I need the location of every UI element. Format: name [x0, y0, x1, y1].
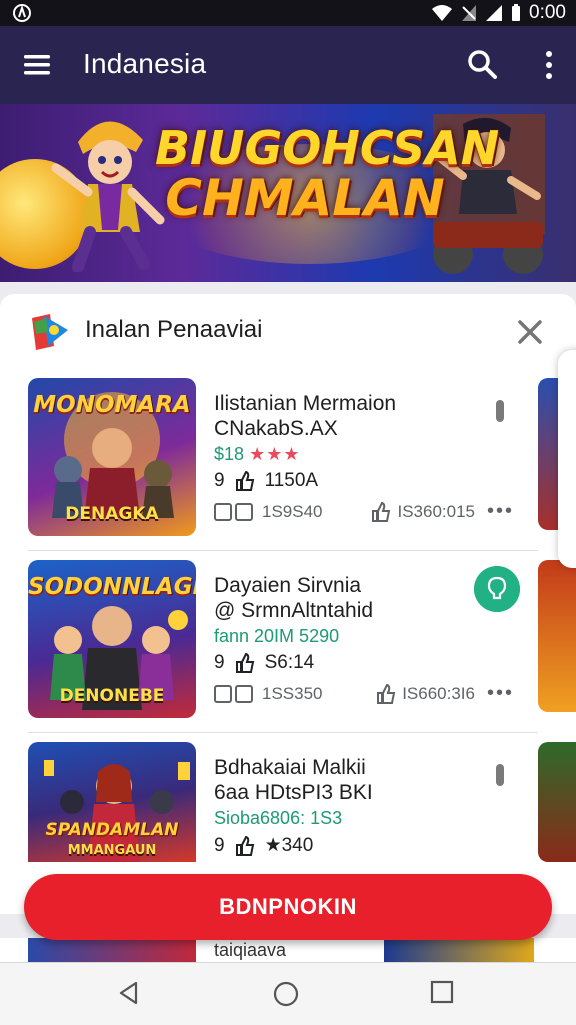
partial-thumbnail [28, 938, 196, 964]
status-bar: 0:00 [0, 0, 576, 26]
thumbnail-title: SPANDAMLAN [45, 820, 179, 840]
banner-hero-left-art [51, 121, 165, 272]
tip-badge-icon[interactable] [474, 566, 520, 612]
search-icon[interactable] [466, 48, 498, 80]
game-thumbnail[interactable]: SODONNLAGN DENONEBE [28, 560, 196, 718]
info-box-icon [235, 502, 253, 521]
partial-list-item: taiqiaava [0, 938, 576, 964]
item-subtitle: 6aa HDtsPI3 BKI [214, 781, 373, 804]
info-box-icon [214, 502, 232, 521]
thumbnail-title: SODONNLAGN [28, 574, 196, 600]
side-panel-handle[interactable] [558, 350, 576, 568]
item-subtitle: @ SrmnAltntahid [214, 599, 374, 622]
partial-item-text: taiqiaava [214, 940, 287, 960]
thumbnail-subtitle: MMANGAUN [67, 843, 157, 858]
list-item[interactable]: SODONNLAGN DENONEBE Dayaien Sirvnia @ Sr… [0, 560, 540, 742]
list-item[interactable]: MONOMARA DENAGKA Ilistanian Mermaion CNa… [0, 378, 540, 560]
game-thumbnail[interactable]: SPANDAMLAN MMANGAUN [28, 742, 196, 862]
scroll-indicator [496, 764, 504, 786]
info-box-icon [235, 684, 253, 703]
app-notification-icon [13, 4, 31, 22]
item-meta: 1S9S40 IS360:015 ••• [214, 500, 514, 523]
item-rating: Sioba6806: 1S3 [214, 808, 343, 828]
item-meta: 1SS350 IS660:3I6 ••• [214, 682, 514, 705]
item-title: Ilistanian Mermaion [214, 392, 397, 415]
banner-title: BIUGOHCSAN CHMALAN [155, 121, 500, 228]
system-nav-bar [0, 962, 576, 1025]
game-thumbnail[interactable]: MONOMARA DENAGKA [28, 378, 196, 536]
overflow-menu-icon[interactable]: ••• [487, 500, 514, 523]
card-title: Inalan Penaaviai [85, 316, 263, 343]
divider [28, 732, 538, 733]
item-stats: 9 1150A [214, 470, 319, 491]
thumbs-up-icon [235, 835, 254, 856]
overflow-menu-icon[interactable]: ••• [487, 682, 514, 705]
promo-banner[interactable]: BIUGOHCSAN CHMALAN [0, 104, 576, 282]
recents-icon[interactable] [430, 980, 454, 1004]
info-box-icon [214, 684, 232, 703]
primary-action-button[interactable]: BDNPNOKIN [24, 874, 552, 940]
item-title: Dayaien Sirvnia [214, 574, 362, 597]
thumbnail-subtitle: DENAGKA [65, 504, 159, 524]
app-bar: Indanesia [0, 26, 576, 104]
signal-icon [486, 5, 503, 21]
thumbnail-title: MONOMARA [33, 392, 191, 418]
next-card-peek[interactable] [538, 560, 576, 712]
partial-thumbnail [384, 938, 534, 964]
recommendation-card: Inalan Penaaviai MONOMARA DENAGKA Ilista… [0, 294, 576, 914]
item-subtitle: CNakabS.AX [214, 417, 338, 440]
wifi-icon [432, 5, 453, 21]
app-title: Indanesia [83, 48, 207, 79]
app-logo-icon [32, 314, 68, 350]
thumbnail-subtitle: DENONEBE [59, 686, 165, 706]
like-icon [372, 501, 391, 522]
item-rating: $18 ★★★ [214, 444, 301, 464]
next-card-peek[interactable] [538, 742, 576, 862]
item-title: Bdhakaiai Malkii [214, 756, 366, 779]
close-icon[interactable] [516, 318, 544, 346]
item-rating: fann 20IM 5290 [214, 626, 340, 646]
item-stats: 9 ★340 [214, 834, 314, 857]
rating-stars: ★★★ [249, 444, 301, 464]
battery-icon [512, 4, 521, 21]
menu-icon[interactable] [22, 50, 52, 80]
scroll-indicator [496, 400, 504, 422]
thumbs-up-icon [235, 471, 254, 491]
more-options-icon[interactable] [542, 48, 556, 82]
status-time: 0:00 [529, 2, 566, 23]
thumbs-up-icon [235, 653, 254, 673]
like-icon [377, 683, 396, 704]
item-stats: 9 S6:14 [214, 652, 315, 673]
signal-off-icon [462, 5, 477, 21]
divider [28, 550, 538, 551]
home-icon[interactable] [272, 980, 300, 1008]
card-header: Inalan Penaaviai [0, 294, 576, 368]
back-icon[interactable] [116, 980, 142, 1006]
